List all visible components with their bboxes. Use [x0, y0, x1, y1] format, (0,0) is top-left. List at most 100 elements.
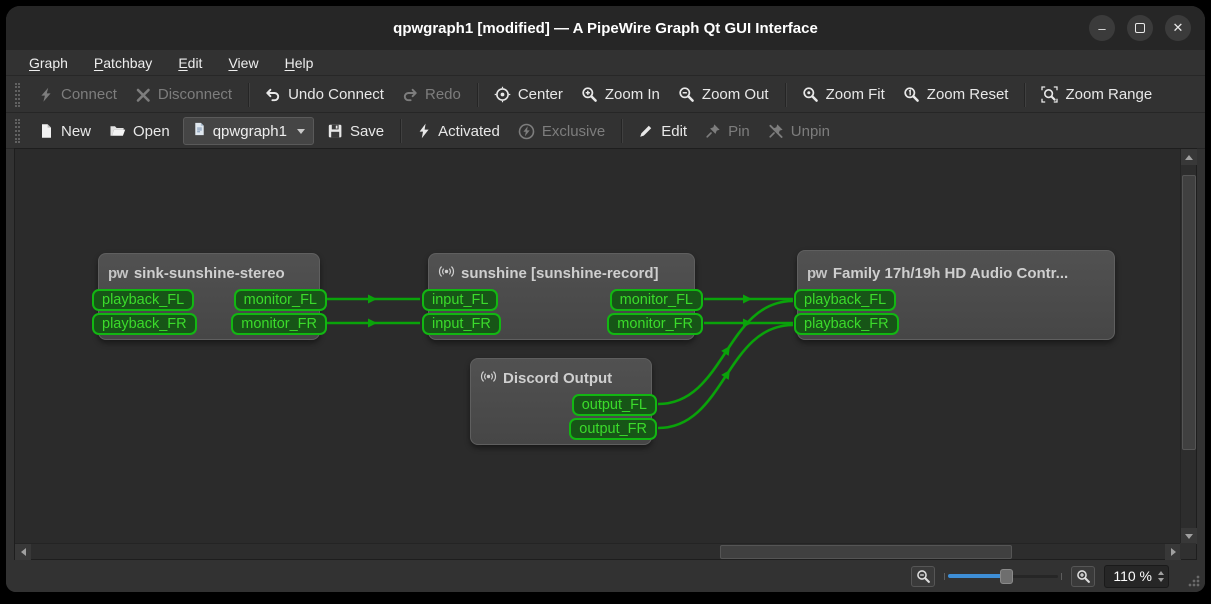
exclusive-bolt-icon: [518, 123, 535, 140]
spinbox-steppers[interactable]: [1158, 571, 1164, 582]
graph-toolbar: Connect Disconnect Undo Connect Redo Cen…: [6, 77, 1205, 113]
port-monitor-fr[interactable]: monitor_FR: [231, 313, 327, 335]
edit-button[interactable]: Edit: [629, 118, 696, 145]
zoom-reset-icon: [903, 86, 920, 103]
zoom-out-icon: [916, 569, 931, 584]
pipewire-icon: pw: [807, 265, 827, 282]
node-title: pw sink-sunshine-stereo: [99, 254, 319, 288]
zoom-spinbox[interactable]: 110 %: [1104, 565, 1169, 588]
menu-edit[interactable]: Edit: [169, 53, 211, 73]
menu-view[interactable]: View: [219, 53, 267, 73]
node-sink-sunshine-stereo[interactable]: pw sink-sunshine-stereo playback_FL moni…: [98, 253, 320, 340]
new-button[interactable]: New: [29, 118, 100, 145]
spin-up-icon: [1158, 571, 1164, 575]
graph-canvas[interactable]: pw sink-sunshine-stereo playback_FL moni…: [15, 149, 1181, 544]
exclusive-button[interactable]: Exclusive: [509, 118, 614, 145]
open-folder-icon: [109, 123, 126, 139]
zoom-out-button[interactable]: Zoom Out: [669, 81, 778, 108]
scroll-right-button[interactable]: [1165, 544, 1181, 560]
port-monitor-fr[interactable]: monitor_FR: [607, 313, 703, 335]
port-playback-fl[interactable]: playback_FL: [92, 289, 194, 311]
vertical-scrollbar[interactable]: [1180, 149, 1196, 544]
scroll-left-button[interactable]: [15, 544, 31, 560]
zoom-slider[interactable]: [944, 567, 1062, 585]
window-resize-grip[interactable]: [1188, 575, 1200, 587]
redo-icon: [402, 87, 418, 103]
zoom-reset-button[interactable]: Zoom Reset: [894, 81, 1018, 108]
disconnect-icon: [135, 87, 151, 103]
toolbar-separator: [785, 83, 786, 107]
toolbar-separator: [621, 119, 622, 143]
port-input-fr[interactable]: input_FR: [422, 313, 501, 335]
maximize-button[interactable]: [1127, 15, 1153, 41]
horizontal-scrollbar[interactable]: [15, 543, 1181, 559]
pipewire-icon: pw: [108, 265, 128, 282]
menubar: Graph Patchbay Edit View Help: [6, 50, 1205, 76]
toolbar-separator: [248, 83, 249, 107]
node-title: pw Family 17h/19h HD Audio Contr...: [798, 251, 1114, 288]
center-button[interactable]: Center: [485, 81, 572, 108]
port-playback-fr[interactable]: playback_FR: [794, 313, 899, 335]
zoom-out-icon: [678, 86, 695, 103]
zoom-fit-button[interactable]: Zoom Fit: [793, 81, 894, 108]
arrow-up-icon: [1185, 155, 1193, 160]
disconnect-button[interactable]: Disconnect: [126, 81, 241, 108]
statusbar-zoom-out-button[interactable]: [911, 566, 935, 587]
arrow-down-icon: [1185, 534, 1193, 539]
node-discord-output[interactable]: Discord Output output_FL output_FR: [470, 358, 652, 445]
window-title: qpwgraph1 [modified] — A PipeWire Graph …: [393, 20, 818, 37]
slider-fill: [948, 574, 1004, 578]
undo-icon: [265, 87, 281, 103]
toolbar-separator: [1024, 83, 1025, 107]
statusbar-zoom-in-button[interactable]: [1071, 566, 1095, 587]
slider-handle[interactable]: [1000, 569, 1013, 584]
graph-canvas-frame: pw sink-sunshine-stereo playback_FL moni…: [14, 148, 1197, 560]
node-sunshine[interactable]: sunshine [sunshine-record] input_FL moni…: [428, 253, 695, 340]
pin-button[interactable]: Pin: [696, 118, 759, 145]
port-monitor-fl[interactable]: monitor_FL: [610, 289, 703, 311]
close-button[interactable]: ✕: [1165, 15, 1191, 41]
chevron-down-icon: [297, 129, 305, 134]
port-monitor-fl[interactable]: monitor_FL: [234, 289, 327, 311]
horizontal-scrollbar-thumb[interactable]: [720, 545, 1012, 559]
node-title: Discord Output: [471, 359, 651, 393]
connect-button[interactable]: Connect: [29, 81, 126, 108]
port-playback-fr[interactable]: playback_FR: [92, 313, 197, 335]
titlebar[interactable]: qpwgraph1 [modified] — A PipeWire Graph …: [6, 6, 1205, 50]
patchbay-file-icon: [192, 121, 207, 141]
maximize-icon: [1135, 23, 1145, 33]
zoom-fit-icon: [802, 86, 819, 103]
toolbar-separator: [477, 83, 478, 107]
arrow-left-icon: [21, 548, 26, 556]
menu-patchbay[interactable]: Patchbay: [85, 53, 161, 73]
activated-button[interactable]: Activated: [408, 118, 509, 145]
media-source-icon: [480, 368, 497, 389]
toolbar-grip[interactable]: [15, 83, 20, 107]
port-output-fr[interactable]: output_FR: [569, 418, 657, 440]
slider-tick: [944, 573, 945, 580]
scroll-down-button[interactable]: [1181, 528, 1197, 544]
zoom-in-button[interactable]: Zoom In: [572, 81, 669, 108]
unpin-button[interactable]: Unpin: [759, 118, 839, 145]
vertical-scrollbar-thumb[interactable]: [1182, 175, 1196, 450]
port-input-fl[interactable]: input_FL: [422, 289, 498, 311]
patchbay-select[interactable]: qpwgraph1: [183, 117, 314, 145]
slider-tick: [1061, 573, 1062, 580]
statusbar: 110 %: [6, 560, 1205, 592]
toolbar-separator: [400, 119, 401, 143]
menu-graph[interactable]: Graph: [20, 53, 77, 73]
minimize-button[interactable]: –: [1089, 15, 1115, 41]
minimize-icon: –: [1098, 21, 1105, 36]
close-icon: ✕: [1173, 20, 1184, 36]
open-button[interactable]: Open: [100, 118, 179, 145]
zoom-range-button[interactable]: Zoom Range: [1032, 81, 1161, 108]
port-output-fl[interactable]: output_FL: [572, 394, 657, 416]
scroll-up-button[interactable]: [1181, 149, 1197, 165]
node-family-hd-audio[interactable]: pw Family 17h/19h HD Audio Contr... play…: [797, 250, 1115, 340]
save-button[interactable]: Save: [318, 118, 393, 145]
redo-button[interactable]: Redo: [393, 81, 470, 108]
menu-help[interactable]: Help: [276, 53, 323, 73]
port-playback-fl[interactable]: playback_FL: [794, 289, 896, 311]
toolbar-grip[interactable]: [15, 119, 20, 143]
undo-connect-button[interactable]: Undo Connect: [256, 81, 393, 108]
